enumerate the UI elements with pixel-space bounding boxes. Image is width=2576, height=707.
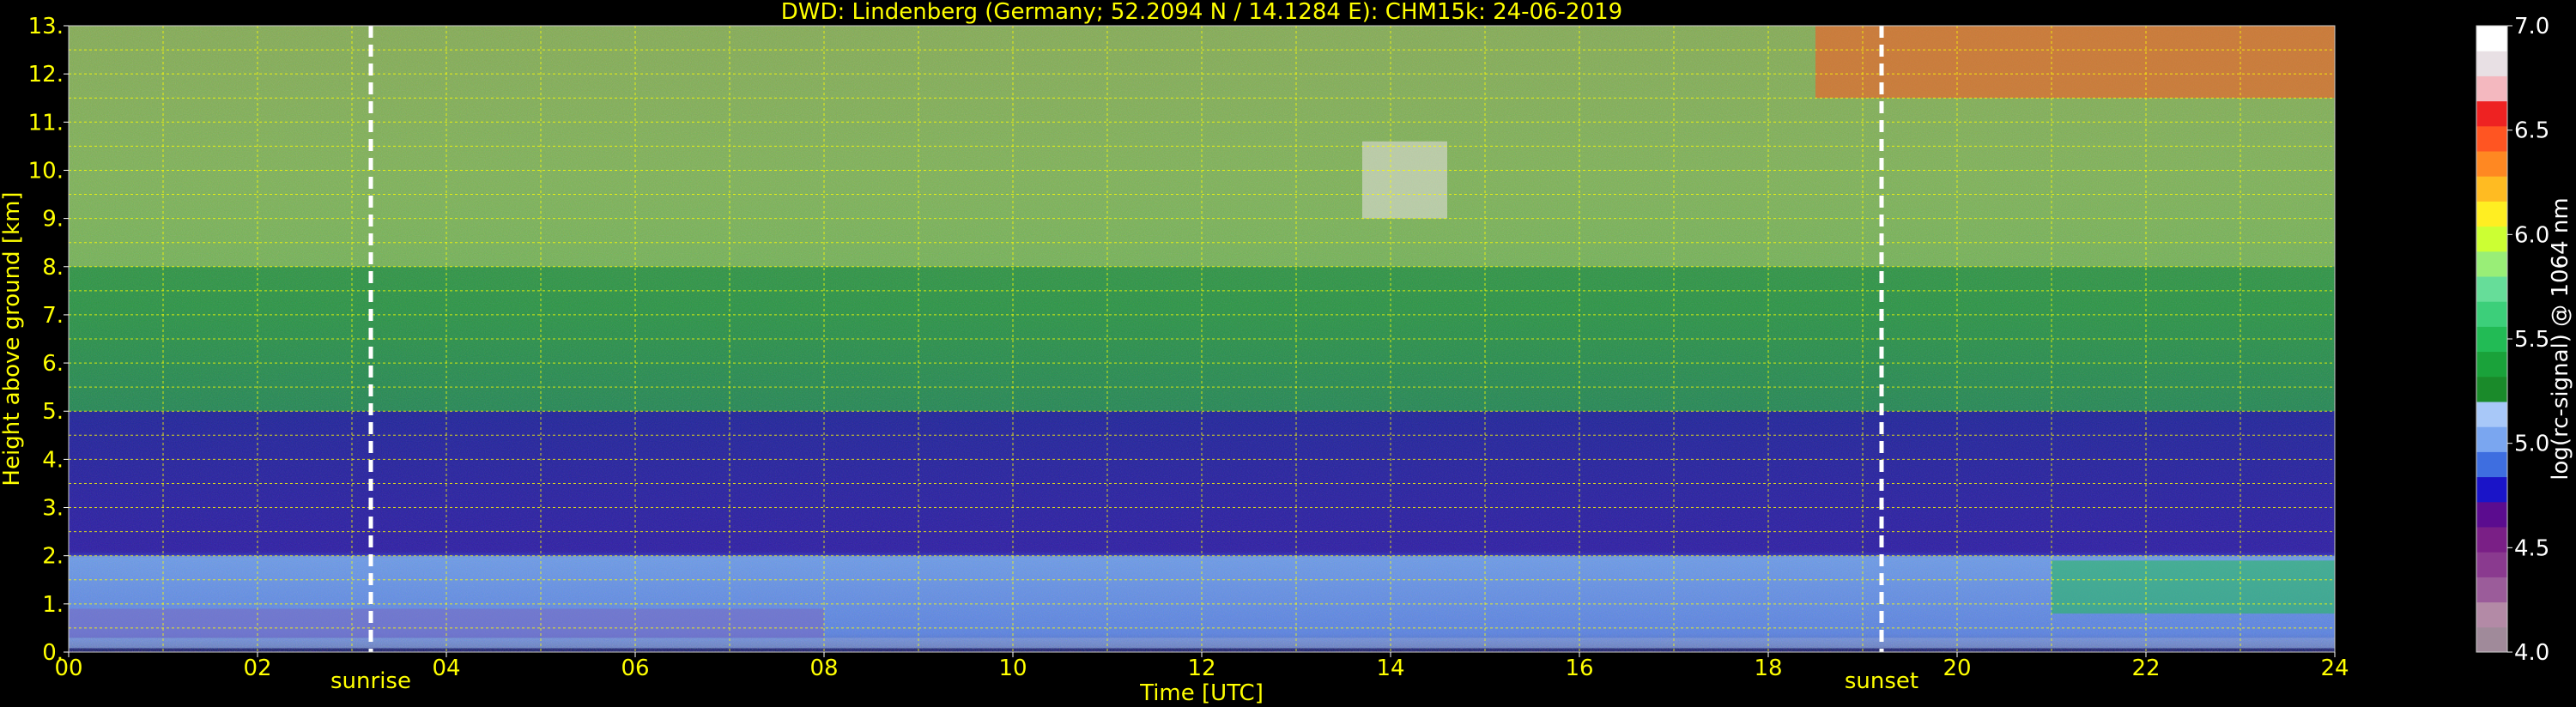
colorbar-tick-label: 4.5: [2514, 535, 2549, 561]
colorbar-segment: [2476, 201, 2507, 227]
y-tick-label: 0.: [42, 640, 64, 666]
colorbar-tick-label: 5.0: [2514, 432, 2549, 457]
colorbar-segment: [2476, 151, 2507, 177]
colorbar-segment: [2476, 351, 2507, 378]
colorbar-segment: [2476, 125, 2507, 152]
colorbar-tick-label: 6.0: [2514, 222, 2549, 248]
colorbar-segment: [2476, 51, 2507, 76]
x-axis-label: Time [UTC]: [1139, 680, 1264, 706]
y-tick-label: 12.: [28, 62, 64, 88]
colorbar-segment: [2476, 402, 2507, 427]
x-tick-label: 22: [2131, 656, 2160, 681]
colorbar-tick-label: 4.0: [2514, 640, 2549, 666]
colorbar-segment: [2476, 301, 2507, 327]
y-tick-label: 3.: [42, 496, 64, 522]
colorbar-tick-label: 7.0: [2514, 14, 2549, 39]
x-tick-label: 04: [432, 656, 460, 681]
colorbar-tick-label: 5.5: [2514, 327, 2549, 353]
colorbar-segment: [2476, 276, 2507, 302]
x-tick-label: 16: [1565, 656, 1593, 681]
colorbar-segment: [2476, 76, 2507, 102]
colorbar-segment: [2476, 376, 2507, 402]
colorbar-label: log(rc-signal) @ 1064 nm: [2548, 197, 2573, 480]
colorbar-segment: [2476, 326, 2507, 353]
y-tick-label: 9.: [42, 207, 64, 233]
colorbar-segment: [2476, 226, 2507, 252]
colorbar-segment: [2476, 451, 2507, 478]
ceilometer-chart: 00 02 04 06 08 10 12 14 16 18 20 22 24 0.1.2.3.4.5.6…: [0, 0, 2573, 706]
y-axis-label: Height above ground [km]: [0, 191, 25, 486]
colorbar-segment: [2476, 100, 2507, 127]
sun-event-label: sunset: [1845, 668, 1918, 694]
y-tick-labels: 0. 1. 2. 3. 4. 5. 6. 7. 8. 9. 10. 11. 12. 13.: [28, 14, 69, 666]
y-tick-label: 4.: [42, 447, 64, 473]
signal-layer: [1815, 26, 2335, 99]
x-tick-label: 10: [998, 656, 1027, 681]
y-tick-label: 2.: [42, 544, 64, 570]
colorbar-tick-label: 6.5: [2514, 118, 2549, 144]
y-tick-label: 8.: [42, 255, 64, 281]
x-tick-label: 20: [1943, 656, 1971, 681]
y-tick-label: 1.: [42, 592, 64, 618]
y-tick-label: 5.: [42, 399, 64, 425]
signal-layer: [1362, 141, 1447, 219]
x-tick-label: 18: [1754, 656, 1782, 681]
x-tick-label: 14: [1376, 656, 1404, 681]
colorbar-segment: [2476, 26, 2507, 51]
colorbar: [2476, 25, 2508, 653]
colorbar-segment: [2476, 577, 2507, 603]
x-tick-label: 02: [243, 656, 271, 681]
colorbar-segment: [2476, 251, 2507, 277]
signal-layer: [2052, 560, 2335, 614]
x-tick-label: 08: [809, 656, 838, 681]
x-tick-label: 12: [1187, 656, 1215, 681]
y-tick-label: 6.: [42, 351, 64, 377]
colorbar-segment: [2476, 601, 2507, 628]
colorbar-segment: [2476, 501, 2507, 528]
plot-area: [68, 25, 2336, 653]
colorbar-segment: [2476, 552, 2507, 577]
x-tick-label: 06: [621, 656, 649, 681]
x-tick-label: 24: [2320, 656, 2349, 681]
y-tick-label: 13.: [28, 14, 64, 39]
colorbar-segment: [2476, 426, 2507, 452]
colorbar-segment: [2476, 476, 2507, 503]
colorbar-tick-labels: 4.0 4.5 5.0 5.5 6.0 6.5 7.0: [2507, 14, 2549, 666]
chart-title: DWD: Lindenberg (Germany; 52.2094 N / 14…: [781, 0, 1622, 25]
colorbar-segment: [2476, 527, 2507, 553]
y-tick-label: 10.: [28, 158, 64, 184]
colorbar-segment: [2476, 176, 2507, 202]
y-tick-label: 11.: [28, 110, 64, 136]
sun-event-labels: sunrise sunset: [330, 668, 1918, 694]
colorbar-segment: [2476, 626, 2507, 653]
y-tick-label: 7.: [42, 303, 64, 329]
sun-event-label: sunrise: [330, 668, 411, 694]
